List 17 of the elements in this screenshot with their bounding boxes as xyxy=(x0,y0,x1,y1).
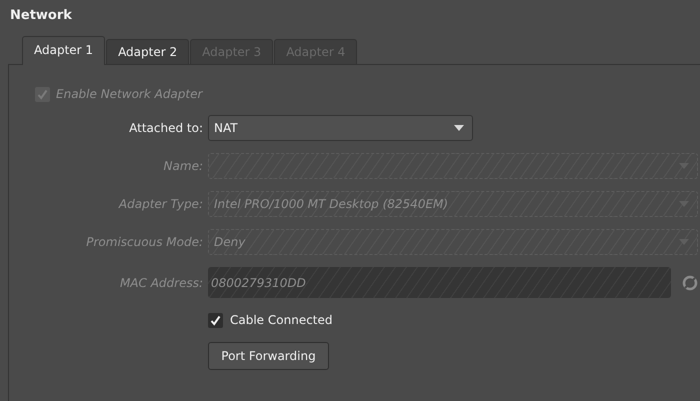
field-label: MAC Address: xyxy=(118,274,204,292)
check-icon xyxy=(37,88,48,100)
dropdown[interactable]: NAT xyxy=(208,115,473,141)
field-label: Adapter Type: xyxy=(117,196,204,213)
tab[interactable]: Adapter 2 xyxy=(106,39,190,64)
caret-icon xyxy=(454,125,464,131)
checkbox[interactable] xyxy=(208,312,223,328)
tab[interactable]: Adapter 1 xyxy=(22,36,106,65)
field-label: Promiscuous Mode: xyxy=(85,234,204,251)
check-icon xyxy=(210,314,221,326)
field-label: Name: xyxy=(162,158,204,175)
checkbox-label: Cable Connected xyxy=(230,312,332,329)
field-label: Attached to: xyxy=(128,120,204,137)
section-title: Network xyxy=(9,7,73,25)
refresh-icon[interactable] xyxy=(682,274,698,290)
port-forwarding-button[interactable]: Port Forwarding xyxy=(208,342,329,370)
checkbox-label: Enable Network Adapter xyxy=(56,86,202,103)
